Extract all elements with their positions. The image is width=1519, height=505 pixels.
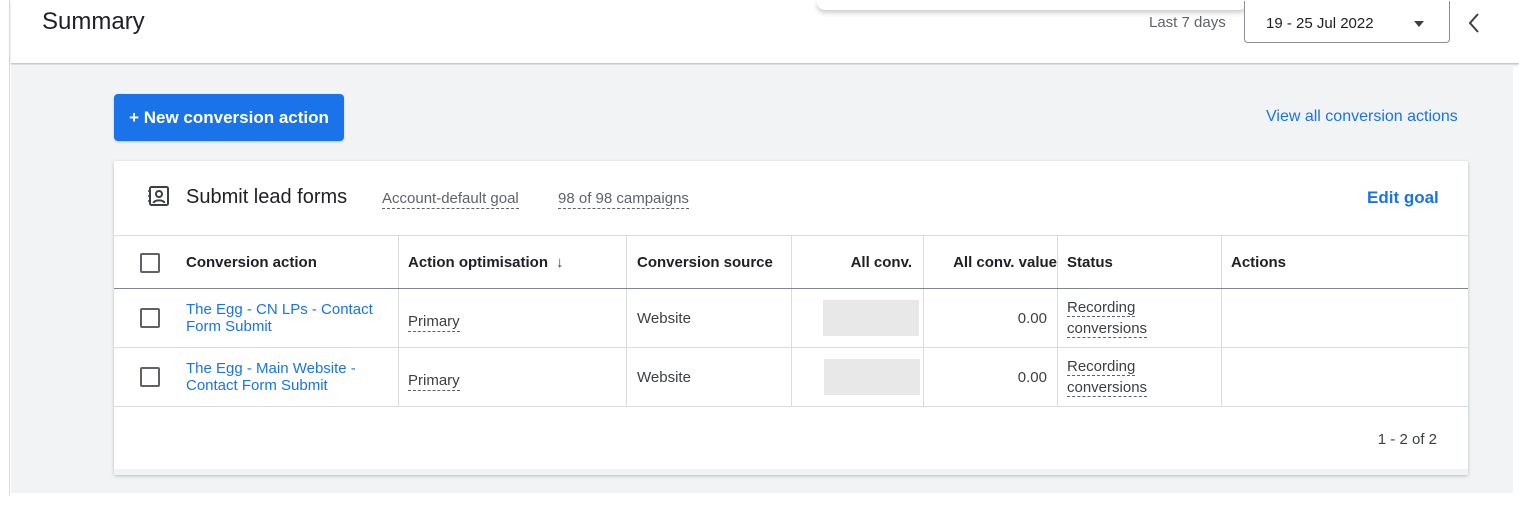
caret-down-icon <box>1414 21 1424 27</box>
goal-card: Submit lead forms Account-default goal 9… <box>114 161 1468 475</box>
new-conversion-action-button[interactable]: + New conversion action <box>114 94 344 141</box>
date-range-value: 19 - 25 Jul 2022 <box>1266 15 1374 32</box>
chevron-left-icon <box>1468 13 1479 33</box>
table-header-row: Conversion action Action optimisation ↓ … <box>114 235 1468 289</box>
redacted-all-conv <box>823 300 919 336</box>
col-conversion-action: Conversion action <box>186 253 317 271</box>
contact-form-icon <box>148 186 169 206</box>
view-all-conversion-actions-link[interactable]: View all conversion actions <box>1266 108 1458 126</box>
pagination-info: 1 - 2 of 2 <box>1377 431 1437 448</box>
row-checkbox[interactable] <box>140 308 160 328</box>
collapse-button[interactable] <box>1463 10 1487 36</box>
date-range-label: Last 7 days <box>1149 14 1226 31</box>
page-header: Summary Last 7 days 19 - 25 Jul 2022 <box>11 0 1519 64</box>
col-conversion-source: Conversion source <box>637 253 773 271</box>
col-action-optimisation-label: Action optimisation <box>408 253 548 271</box>
status-value[interactable]: Recording conversions <box>1067 297 1148 339</box>
col-all-conv: All conv. <box>850 253 912 271</box>
col-all-conv-value: All conv. value <box>953 253 1057 271</box>
all-conv-value: 0.00 <box>1017 309 1047 327</box>
table-row: The Egg - CN LPs - Contact Form Submit P… <box>114 289 1468 348</box>
left-rail <box>0 0 10 495</box>
source-value: Website <box>637 368 691 386</box>
date-range-picker[interactable]: 19 - 25 Jul 2022 <box>1244 1 1450 43</box>
all-conv-value: 0.00 <box>1017 368 1047 386</box>
redacted-all-conv <box>824 359 920 395</box>
optimisation-value[interactable]: Primary <box>408 313 460 332</box>
overlay-edge <box>817 0 1247 10</box>
col-action-optimisation[interactable]: Action optimisation ↓ <box>408 236 564 288</box>
page-title: Summary <box>42 8 145 35</box>
goal-campaigns[interactable]: 98 of 98 campaigns <box>558 190 689 209</box>
status-value[interactable]: Recording conversions <box>1067 356 1148 398</box>
optimisation-value[interactable]: Primary <box>408 372 460 391</box>
row-checkbox[interactable] <box>140 367 160 387</box>
goal-title: Submit lead forms <box>186 186 348 208</box>
table-row: The Egg - Main Website - Contact Form Su… <box>114 348 1468 407</box>
arrow-down-icon: ↓ <box>556 253 564 271</box>
col-actions: Actions <box>1231 253 1287 271</box>
select-all-checkbox[interactable] <box>140 253 160 273</box>
conversion-action-link[interactable]: The Egg - CN LPs - Contact Form Submit <box>186 301 373 335</box>
edit-goal-link[interactable]: Edit goal <box>1367 188 1439 208</box>
goal-type[interactable]: Account-default goal <box>382 190 519 209</box>
conversion-action-link[interactable]: The Egg - Main Website - Contact Form Su… <box>186 360 356 394</box>
source-value: Website <box>637 309 691 327</box>
main-content: + New conversion action View all convers… <box>11 65 1513 493</box>
card-footer-strip <box>114 469 1468 475</box>
col-status: Status <box>1067 253 1113 271</box>
